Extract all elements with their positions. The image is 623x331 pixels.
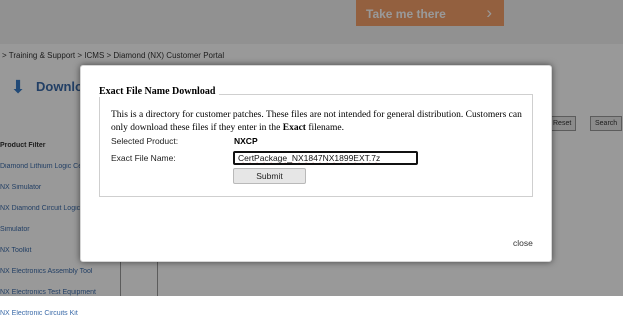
submit-button[interactable]: Submit <box>233 168 306 184</box>
dialog-title: Exact File Name Download <box>95 86 220 97</box>
instructions-text-emphasis: Exact <box>282 122 306 133</box>
instructions-text: This is a directory for customer patches… <box>111 109 529 134</box>
sidebar-item[interactable]: NX Electronic Circuits Kit <box>0 310 98 317</box>
selected-product-value: NXCP <box>234 136 258 146</box>
instructions-text-end: filename. <box>305 122 344 133</box>
close-link[interactable]: close <box>513 238 533 248</box>
exact-file-name-input[interactable] <box>233 151 418 165</box>
exact-file-download-dialog: Exact File Name Download This is a direc… <box>80 65 552 262</box>
selected-product-label: Selected Product: <box>111 136 179 146</box>
exact-file-name-label: Exact File Name: <box>111 153 176 163</box>
